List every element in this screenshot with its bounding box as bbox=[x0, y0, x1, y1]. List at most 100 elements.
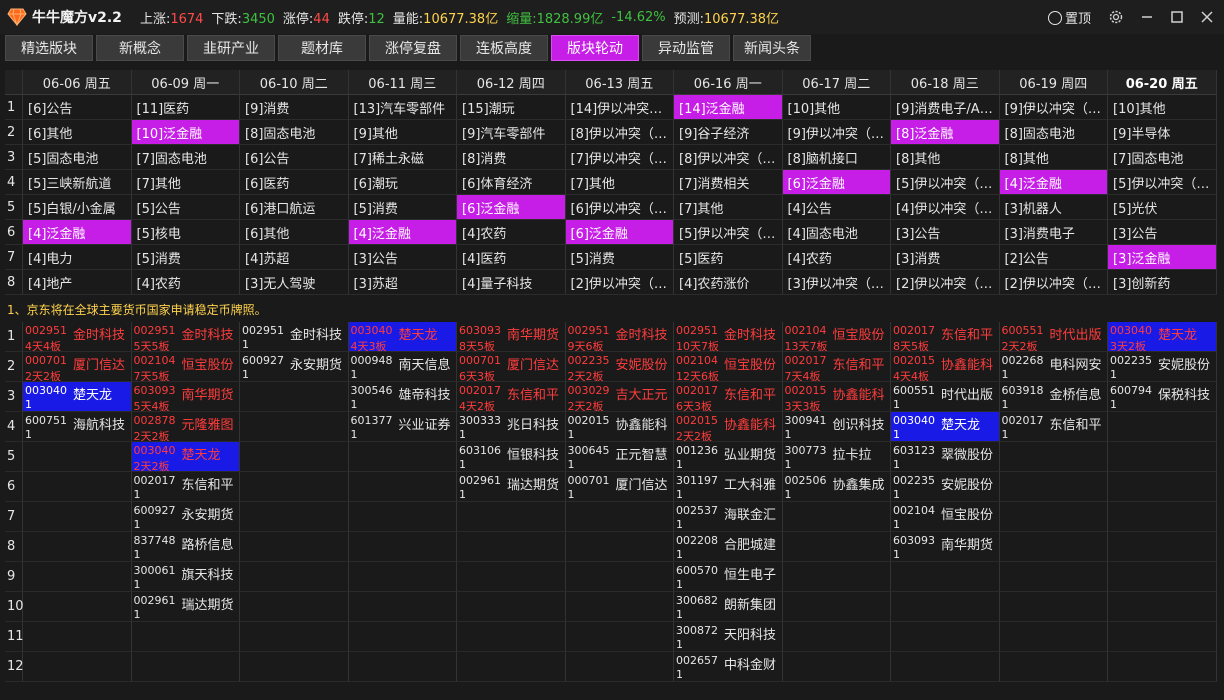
stock-cell[interactable]: 600927 永安期货 1 bbox=[240, 352, 349, 382]
date-column-header[interactable]: 06-11 周三 bbox=[348, 70, 457, 95]
date-column-header[interactable]: 06-17 周二 bbox=[782, 70, 891, 95]
stock-cell[interactable]: 000701 厦门信达 2天2板 bbox=[23, 352, 132, 382]
stock-cell[interactable]: 603918 金桥信息 1 bbox=[999, 382, 1108, 412]
stock-cell[interactable]: 002017 东信和平 4天2板 bbox=[457, 382, 566, 412]
sector-cell[interactable]: [8]泛金融 bbox=[891, 120, 1000, 145]
stock-cell[interactable]: 002878 元隆雅图 2天2板 bbox=[131, 412, 240, 442]
date-column-header[interactable]: 06-06 周五 bbox=[23, 70, 132, 95]
sector-cell[interactable]: [10]其他 bbox=[782, 95, 891, 120]
sector-cell[interactable]: [8]其他 bbox=[999, 145, 1108, 170]
stock-cell[interactable]: 600751 海航科技 1 bbox=[23, 412, 132, 442]
stock-cell[interactable]: 837748 路桥信息 1 bbox=[131, 532, 240, 562]
maximize-icon[interactable] bbox=[1165, 6, 1189, 28]
pin-toggle[interactable]: 置顶 bbox=[1048, 8, 1091, 27]
sector-cell[interactable]: [2]伊以冲突（… bbox=[891, 270, 1000, 295]
stock-cell[interactable]: 002015 协鑫能科 2天2板 bbox=[674, 412, 783, 442]
stock-cell[interactable]: 600551 时代出版 1 bbox=[891, 382, 1000, 412]
sector-cell[interactable]: [10]泛金融 bbox=[131, 120, 240, 145]
date-column-header[interactable]: 06-12 周四 bbox=[457, 70, 566, 95]
stock-cell[interactable]: 002951 金时科技 5天5板 bbox=[131, 322, 240, 352]
sector-cell[interactable]: [15]潮玩 bbox=[457, 95, 566, 120]
stock-cell[interactable]: 300546 雄帝科技 1 bbox=[348, 382, 457, 412]
sector-cell[interactable]: [3]公告 bbox=[1108, 220, 1217, 245]
sector-cell[interactable]: [4]地产 bbox=[23, 270, 132, 295]
stock-cell[interactable]: 002951 金时科技 1 bbox=[240, 322, 349, 352]
stock-cell[interactable]: 603093 南华期货 5天4板 bbox=[131, 382, 240, 412]
stock-cell[interactable]: 002657 中科金财 1 bbox=[674, 652, 783, 682]
stock-cell[interactable]: 002017 东信和平 8天5板 bbox=[891, 322, 1000, 352]
sector-cell[interactable]: [8]固态电池 bbox=[240, 120, 349, 145]
sector-cell[interactable]: [7]固态电池 bbox=[131, 145, 240, 170]
sector-cell[interactable]: [5]光伏 bbox=[1108, 195, 1217, 220]
sector-cell[interactable]: [5]白银/小金属 bbox=[23, 195, 132, 220]
date-column-header[interactable]: 06-16 周一 bbox=[674, 70, 783, 95]
tab-5[interactable]: 连板高度 bbox=[460, 35, 548, 61]
stock-cell[interactable]: 600794 保税科技 1 bbox=[1108, 382, 1217, 412]
sector-cell[interactable]: [7]其他 bbox=[131, 170, 240, 195]
sector-cell[interactable]: [3]消费 bbox=[891, 245, 1000, 270]
sector-cell[interactable]: [3]机器人 bbox=[999, 195, 1108, 220]
sector-cell[interactable]: [5]医药 bbox=[674, 245, 783, 270]
sector-cell[interactable]: [6]潮玩 bbox=[348, 170, 457, 195]
sector-cell[interactable]: [6]泛金融 bbox=[782, 170, 891, 195]
stock-cell[interactable]: 002017 东信和平 1 bbox=[999, 412, 1108, 442]
sector-cell[interactable]: [5]三峡新航道 bbox=[23, 170, 132, 195]
sector-cell[interactable]: [8]固态电池 bbox=[999, 120, 1108, 145]
sector-cell[interactable]: [7]消费相关 bbox=[674, 170, 783, 195]
sector-cell[interactable]: [7]其他 bbox=[674, 195, 783, 220]
stock-cell[interactable]: 002951 金时科技 9天6板 bbox=[565, 322, 674, 352]
stock-cell[interactable]: 002235 安妮股份 1 bbox=[891, 472, 1000, 502]
stock-cell[interactable]: 300333 兆日科技 1 bbox=[457, 412, 566, 442]
stock-cell[interactable]: 300773 拉卡拉 1 bbox=[782, 442, 891, 472]
stock-cell[interactable]: 002017 东信和平 7天4板 bbox=[782, 352, 891, 382]
sector-cell[interactable]: [14]伊以冲突… bbox=[565, 95, 674, 120]
sector-cell[interactable]: [8]其他 bbox=[891, 145, 1000, 170]
sector-cell[interactable]: [6]公告 bbox=[23, 95, 132, 120]
stock-cell[interactable]: 002017 东信和平 6天3板 bbox=[674, 382, 783, 412]
stock-cell[interactable]: 600927 永安期货 1 bbox=[131, 502, 240, 532]
sector-cell[interactable]: [6]公告 bbox=[240, 145, 349, 170]
sector-cell[interactable]: [9]汽车零部件 bbox=[457, 120, 566, 145]
sector-cell[interactable]: [9]伊以冲突（… bbox=[782, 120, 891, 145]
stock-cell[interactable]: 003029 吉大正元 2天2板 bbox=[565, 382, 674, 412]
sector-cell[interactable]: [4]农药 bbox=[131, 270, 240, 295]
sector-cell[interactable]: [5]伊以冲突（… bbox=[674, 220, 783, 245]
tab-3[interactable]: 题材库 bbox=[278, 35, 366, 61]
stock-cell[interactable]: 600551 时代出版 2天2板 bbox=[999, 322, 1108, 352]
news-ticker[interactable]: 1、京东将在全球主要货币国家申请稳定币牌照。 bbox=[5, 297, 1219, 321]
stock-cell[interactable]: 002235 安妮股份 1 bbox=[1108, 352, 1217, 382]
sector-cell[interactable]: [9]消费 bbox=[240, 95, 349, 120]
sector-cell[interactable]: [11]医药 bbox=[131, 95, 240, 120]
tab-6[interactable]: 版块轮动 bbox=[551, 35, 639, 61]
sector-cell[interactable]: [2]伊以冲突（… bbox=[999, 270, 1108, 295]
sector-cell[interactable]: [6]泛金融 bbox=[457, 195, 566, 220]
tab-4[interactable]: 涨停复盘 bbox=[369, 35, 457, 61]
sector-cell[interactable]: [4]泛金融 bbox=[348, 220, 457, 245]
stock-cell[interactable]: 002951 金时科技 4天4板 bbox=[23, 322, 132, 352]
stock-cell[interactable]: 300645 正元智慧 1 bbox=[565, 442, 674, 472]
sector-cell[interactable]: [3]公告 bbox=[891, 220, 1000, 245]
stock-cell[interactable]: 003040 楚天龙 2天2板 bbox=[131, 442, 240, 472]
sector-cell[interactable]: [5]核电 bbox=[131, 220, 240, 245]
sector-cell[interactable]: [4]农药 bbox=[457, 220, 566, 245]
stock-cell[interactable]: 002104 恒宝股份 12天6板 bbox=[674, 352, 783, 382]
sector-cell[interactable]: [9]伊以冲突（… bbox=[999, 95, 1108, 120]
tab-0[interactable]: 精选版块 bbox=[5, 35, 93, 61]
date-column-header[interactable]: 06-19 周四 bbox=[999, 70, 1108, 95]
sector-cell[interactable]: [3]泛金融 bbox=[1108, 245, 1217, 270]
sector-cell[interactable]: [7]稀土永磁 bbox=[348, 145, 457, 170]
stock-cell[interactable]: 600570 恒生电子 1 bbox=[674, 562, 783, 592]
sector-cell[interactable]: [6]医药 bbox=[240, 170, 349, 195]
sector-cell[interactable]: [2]伊以冲突（… bbox=[565, 270, 674, 295]
stock-cell[interactable]: 002506 协鑫集成 1 bbox=[782, 472, 891, 502]
pin-radio-icon[interactable] bbox=[1048, 10, 1062, 25]
sector-cell[interactable]: [2]公告 bbox=[999, 245, 1108, 270]
sector-cell[interactable]: [4]医药 bbox=[457, 245, 566, 270]
sector-cell[interactable]: [5]消费 bbox=[131, 245, 240, 270]
sector-cell[interactable]: [3]无人驾驶 bbox=[240, 270, 349, 295]
sector-cell[interactable]: [5]固态电池 bbox=[23, 145, 132, 170]
sector-cell[interactable]: [9]消费电子/A… bbox=[891, 95, 1000, 120]
sector-cell[interactable]: [4]固态电池 bbox=[782, 220, 891, 245]
sector-cell[interactable]: [3]公告 bbox=[348, 245, 457, 270]
sector-cell[interactable]: [8]伊以冲突（… bbox=[565, 120, 674, 145]
